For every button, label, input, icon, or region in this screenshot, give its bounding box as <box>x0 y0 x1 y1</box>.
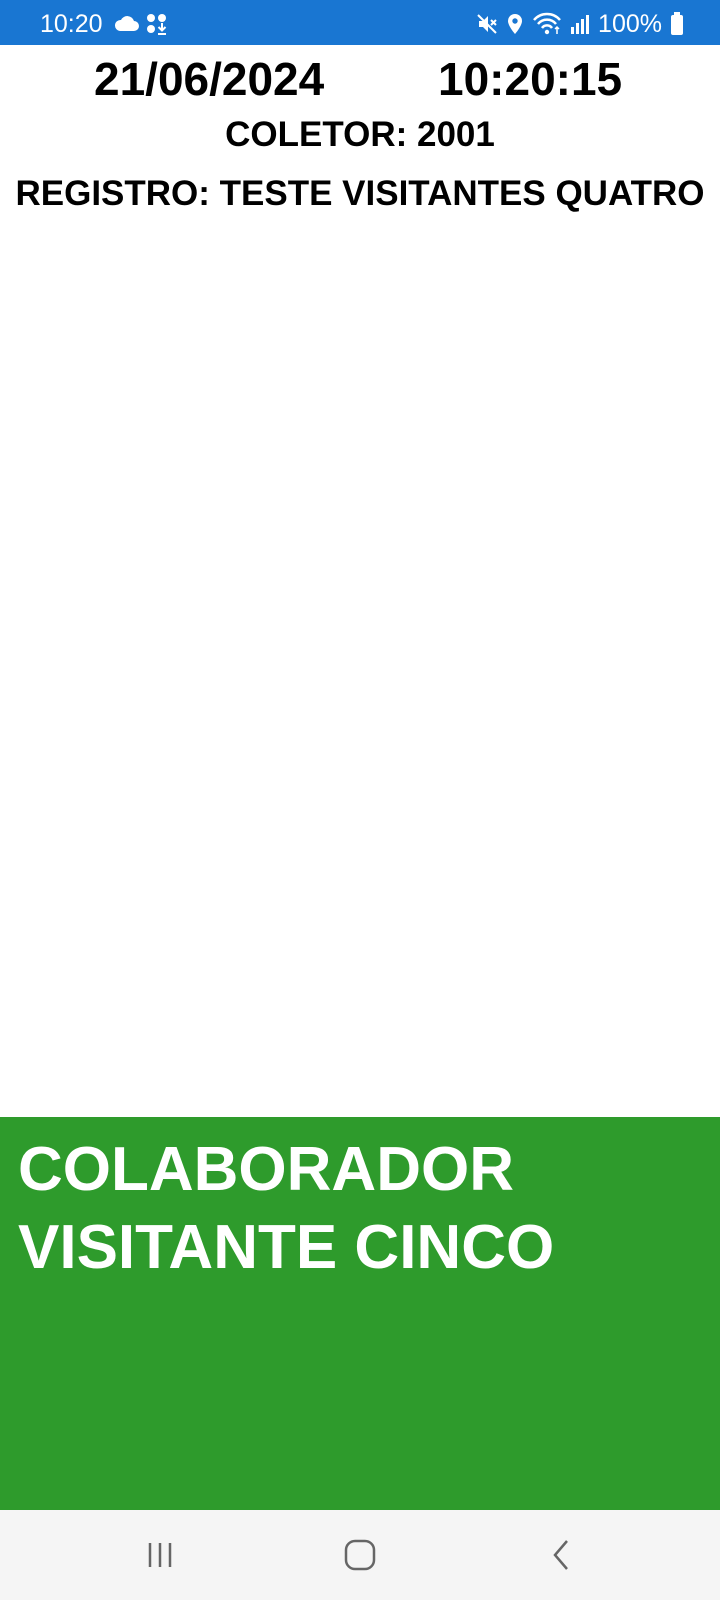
back-button[interactable] <box>532 1530 592 1580</box>
result-panel: COLABORADOR VISITANTE CINCO <box>0 1117 720 1510</box>
status-left-icons <box>113 12 168 36</box>
wifi-icon <box>532 12 562 36</box>
location-icon <box>506 13 524 35</box>
current-date: 21/06/2024 <box>94 53 325 105</box>
recents-button[interactable] <box>130 1530 190 1580</box>
recents-icon <box>145 1540 175 1570</box>
status-right-icons: 100% <box>476 10 684 38</box>
status-bar: 10:20 100% <box>0 0 720 45</box>
home-icon <box>343 1538 377 1572</box>
back-icon <box>547 1538 577 1572</box>
cloud-icon <box>113 16 139 32</box>
home-button[interactable] <box>330 1530 390 1580</box>
datetime-row: 21/06/2024 10:20:15 <box>0 52 720 106</box>
app-screen: 10:20 100% 21/06/2024 10:20:15 COLETOR: … <box>0 0 720 1600</box>
navigation-bar <box>0 1510 720 1600</box>
person-name: COLABORADOR VISITANTE CINCO <box>18 1135 555 1282</box>
collector-label: COLETOR: 2001 <box>225 115 495 154</box>
download-app-icon <box>146 13 168 35</box>
registry-label: REGISTRO: TESTE VISITANTES QUATRO <box>15 174 705 213</box>
mute-icon <box>476 13 498 35</box>
status-time: 10:20 <box>40 10 103 38</box>
signal-icon <box>570 13 590 35</box>
battery-icon <box>670 12 684 36</box>
current-time: 10:20:15 <box>438 53 623 105</box>
battery-percentage: 100% <box>598 10 662 38</box>
